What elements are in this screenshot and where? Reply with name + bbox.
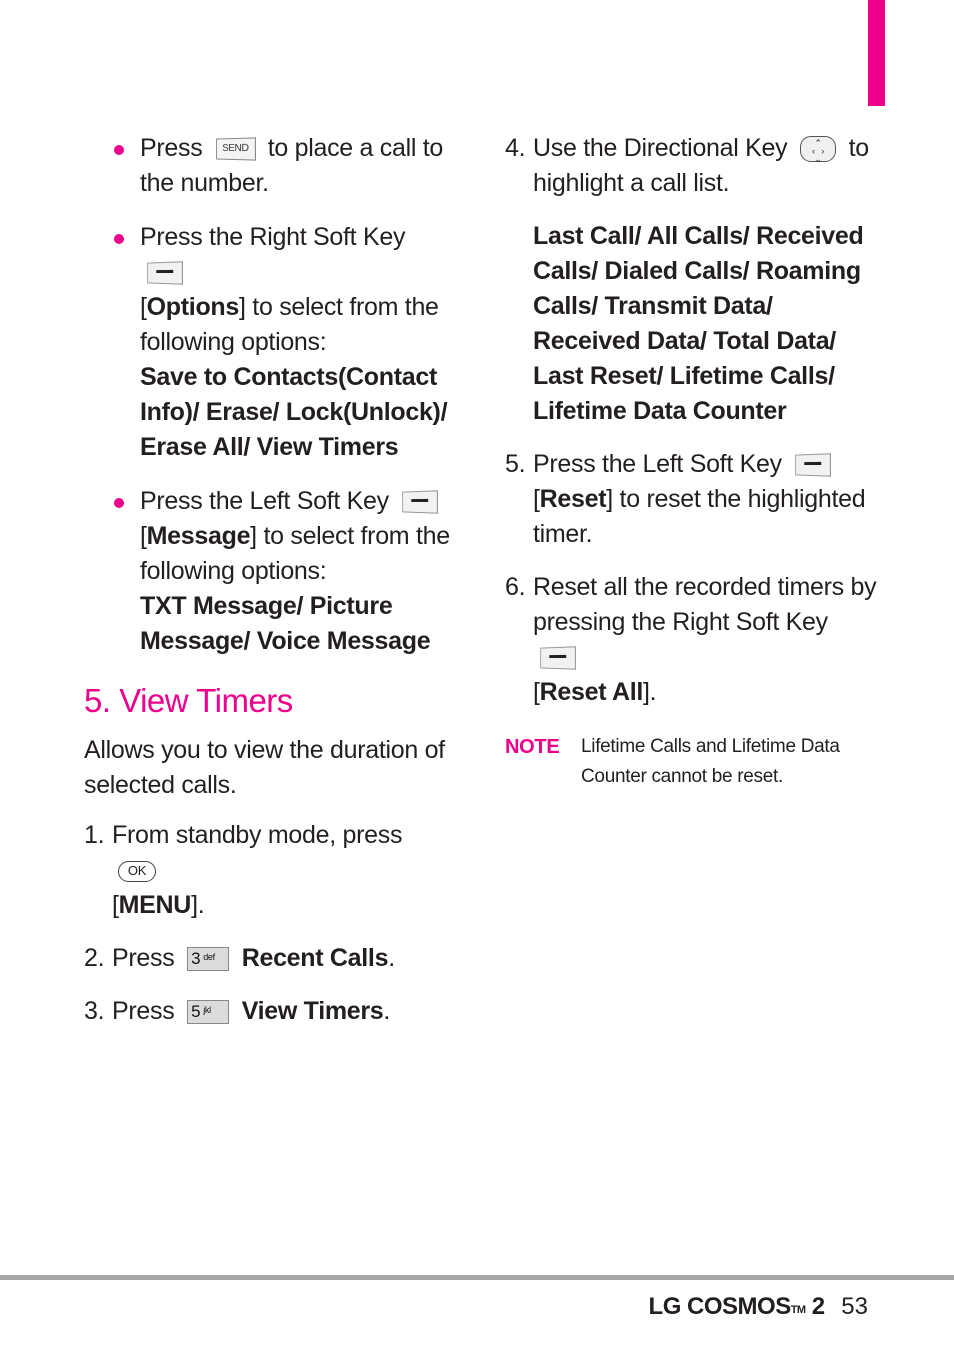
key-letters: jkl <box>203 1005 211 1016</box>
bullet-text: Press the Left Soft Key <box>140 487 389 515</box>
options-list: Save to Contacts(Contact Info)/ Erase/ L… <box>140 363 448 461</box>
punct: . <box>388 944 395 972</box>
trademark: TM <box>790 1304 806 1316</box>
options-label: Options <box>146 293 240 321</box>
footer-divider <box>0 1275 954 1280</box>
key-letters: def <box>203 952 215 963</box>
punct: . <box>649 678 657 706</box>
section-title: 5. View Timers <box>84 682 293 719</box>
directional-key-icon: ⌃ ‹ › ⌄ <box>800 136 836 164</box>
step-text: Use the Directional Key <box>533 134 788 162</box>
key-5-icon: 5 jkl <box>187 1000 230 1025</box>
step-number: 1. <box>84 821 105 849</box>
bullet-text: Press <box>140 134 203 162</box>
step-text: Press <box>112 944 175 972</box>
step-3: 3. Press 5 jkl View Timers. <box>84 994 456 1029</box>
bullet-dot <box>114 498 124 508</box>
note-text: Lifetime Calls and Lifetime Data Counter… <box>581 736 840 787</box>
right-soft-key-icon <box>147 261 184 286</box>
step-1: 1. From standby mode, press OK [MENU]. <box>84 818 456 923</box>
footer: LG COSMOSTM 2 53 <box>649 1292 868 1322</box>
step-number: 2. <box>84 944 105 972</box>
step-6: 6. Reset all the recorded timers by pres… <box>505 570 877 710</box>
model-number: 2 <box>811 1293 825 1320</box>
left-soft-key-icon <box>795 453 832 478</box>
right-soft-key-icon <box>540 646 577 671</box>
view-timers-label: View Timers <box>241 997 384 1025</box>
left-column: Press SEND to place a call to the number… <box>84 131 456 1047</box>
note-label: NOTE <box>505 736 560 758</box>
key-digit: 3 <box>191 949 201 969</box>
punct: . <box>383 997 391 1025</box>
bullet-left-soft-key: Press the Left Soft Key [Message] to sel… <box>84 484 456 659</box>
step-2: 2. Press 3 def Recent Calls. <box>84 941 456 976</box>
step-4: 4. Use the Directional Key ⌃ ‹ › ⌄ to high… <box>505 131 877 201</box>
right-column: 4. Use the Directional Key ⌃ ‹ › ⌄ to high… <box>505 131 877 792</box>
step-text: Press the Left Soft Key <box>533 450 782 478</box>
send-key-icon: SEND <box>216 137 257 161</box>
step-number: 3. <box>84 997 105 1025</box>
left-soft-key-icon <box>402 490 439 515</box>
recent-calls-label: Recent Calls <box>241 944 389 972</box>
note-box: NOTE Lifetime Calls and Lifetime Data Co… <box>505 732 877 792</box>
key-digit: 5 <box>191 1002 201 1022</box>
brand-name: LG COSMOSTM 2 <box>648 1293 826 1320</box>
section-intro: Allows you to view the duration of selec… <box>84 736 445 799</box>
step-number: 4. <box>505 134 526 162</box>
step-number: 5. <box>505 450 526 478</box>
reset-label: Reset <box>539 485 607 513</box>
bullet-right-soft-key: Press the Right Soft Key [Options] to se… <box>84 220 456 465</box>
chapter-tab-marker <box>868 0 885 106</box>
message-label: Message <box>146 522 251 550</box>
step-text: Press <box>112 997 175 1025</box>
call-list-options: Last Call/ All Calls/ Received Calls/ Di… <box>533 222 864 425</box>
menu-label: MENU <box>118 891 192 919</box>
bullet-dot <box>114 145 124 155</box>
step-text: From standby mode, press <box>112 821 403 849</box>
punct: . <box>197 891 205 919</box>
key-3-icon: 3 def <box>187 947 230 972</box>
bullet-send: Press SEND to place a call to the number… <box>84 131 456 201</box>
ok-key-icon: OK <box>118 860 156 882</box>
bullet-text: Press the Right Soft Key <box>140 223 406 251</box>
brand-text: LG COSMOS <box>648 1293 792 1320</box>
reset-all-label: Reset All <box>539 678 644 706</box>
page-number: 53 <box>841 1293 868 1320</box>
step-text: Reset all the recorded timers by pressin… <box>533 573 877 636</box>
message-options-list: TXT Message/ Picture Message/ Voice Mess… <box>140 592 431 655</box>
step-5: 5. Press the Left Soft Key [Reset] to re… <box>505 447 877 552</box>
step-number: 6. <box>505 573 526 601</box>
bullet-dot <box>114 234 124 244</box>
